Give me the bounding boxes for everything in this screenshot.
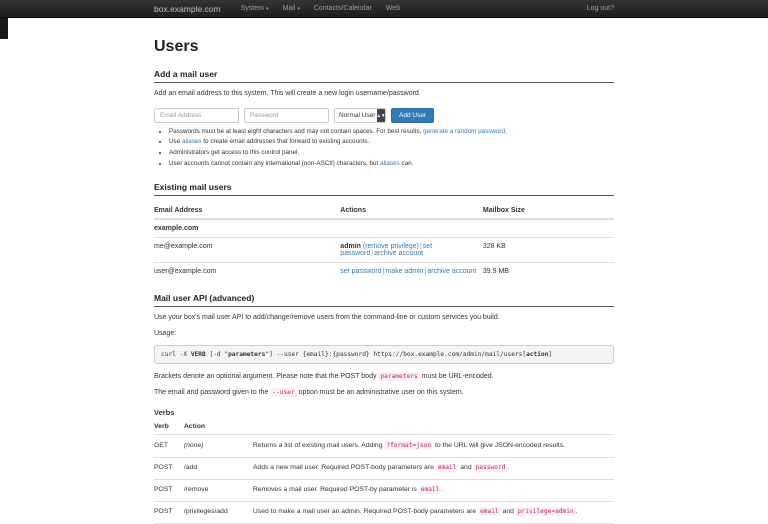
domain-group-row: example.com [154, 219, 614, 238]
page-title: Users [154, 38, 614, 56]
brand-link[interactable]: box.example.com [154, 4, 221, 14]
description-cell: Adds a new mail user. Required POST-body… [253, 457, 614, 479]
column-header-actions: Actions [340, 202, 483, 219]
remove-privilege-link[interactable]: (remove privilege) [363, 243, 419, 250]
chevron-down-icon: ▾ [297, 6, 300, 12]
column-header-action: Action [184, 419, 253, 435]
table-row: me@example.com admin (remove privilege)|… [154, 238, 614, 263]
inline-code: email [419, 485, 442, 494]
email-field[interactable] [154, 108, 239, 123]
api-usage-command: curl -X VERB [-d "parameters"] --user {e… [154, 345, 614, 364]
section-heading-existing-users: Existing mail users [154, 182, 614, 196]
mailbox-size: 39.9 MB [483, 263, 614, 281]
main-content: Users Add a mail user Add an email addre… [154, 38, 614, 524]
verbs-heading: Verbs [154, 408, 614, 417]
verbs-table: Verb Action GET (none) Returns a list of… [154, 419, 614, 524]
domain-group-label: example.com [154, 219, 614, 238]
description-cell: Removes a mail user. Required POST-by pa… [253, 479, 614, 501]
verb-cell: POST [154, 457, 184, 479]
inline-code: --user [270, 388, 296, 397]
user-actions: admin (remove privilege)|set password|ar… [340, 238, 483, 263]
top-navbar: box.example.com System▾ Mail▾ Contacts/C… [0, 0, 768, 18]
section-heading-api: Mail user API (advanced) [154, 293, 614, 307]
left-edge-artifact [0, 18, 8, 39]
api-note-brackets: Brackets denote an optional argument. Pl… [154, 372, 614, 383]
verb-cell: GET [154, 435, 184, 457]
user-actions: set password|make admin|archive account [340, 263, 483, 281]
generate-password-link[interactable]: generate a random password [423, 128, 505, 135]
aliases-link[interactable]: aliases [182, 138, 202, 145]
description-cell: Returns a list of existing mail users. A… [253, 435, 614, 457]
logout-link[interactable]: Log out? [587, 5, 614, 12]
user-email: me@example.com [154, 238, 340, 263]
inline-code: email [478, 507, 501, 516]
privilege-select[interactable]: Normal User ▲▼ [334, 108, 386, 123]
add-user-notes: Passwords must be at least eight charact… [169, 127, 614, 170]
column-header-verb: Verb [154, 419, 184, 435]
nav-item-web[interactable]: Web [379, 5, 407, 12]
user-email: user@example.com [154, 263, 340, 281]
description-cell: Used to make a mail user an admin. Requi… [253, 501, 614, 523]
privilege-selected-value: Normal User [335, 112, 377, 119]
password-field[interactable] [244, 108, 329, 123]
aliases-link[interactable]: aliases [380, 160, 400, 167]
action-cell: /remove [184, 479, 253, 501]
chevron-down-icon: ▲▼ [377, 109, 385, 122]
nav-item-contacts-calendar[interactable]: Contacts/Calendar [307, 5, 379, 12]
make-admin-link[interactable]: make admin [385, 268, 423, 275]
existing-users-table: Email Address Actions Mailbox Size examp… [154, 202, 614, 280]
inline-code: privilege=admin [516, 507, 576, 516]
note-item: User accounts cannot contain any interna… [169, 159, 614, 170]
column-header-blank [253, 419, 614, 435]
table-row: POST /remove Removes a mail user. Requir… [154, 479, 614, 501]
inline-code: password [474, 463, 508, 472]
admin-badge: admin [340, 243, 361, 250]
archive-account-link[interactable]: archive account [427, 268, 476, 275]
column-header-mailbox-size: Mailbox Size [483, 202, 614, 219]
table-row: POST /add Adds a new mail user. Required… [154, 457, 614, 479]
add-user-intro: Add an email address to this system. Thi… [154, 89, 614, 100]
verb-cell: POST [154, 479, 184, 501]
table-row: user@example.com set password|make admin… [154, 263, 614, 281]
nav-item-mail[interactable]: Mail▾ [275, 5, 306, 12]
inline-code: ?format=json [384, 441, 433, 450]
api-intro: Use your box's mail user API to add/chan… [154, 313, 614, 324]
chevron-down-icon: ▾ [266, 6, 269, 12]
add-user-form: Normal User ▲▼ Add User [154, 108, 614, 123]
note-item: Passwords must be at least eight charact… [169, 127, 614, 138]
archive-account-link[interactable]: archive account [374, 250, 423, 257]
column-header-email: Email Address [154, 202, 340, 219]
action-cell: /add [184, 457, 253, 479]
table-row: POST /privileges/add Used to make a mail… [154, 501, 614, 523]
set-password-link[interactable]: set password [340, 268, 381, 275]
verb-cell: POST [154, 501, 184, 523]
inline-code: email [436, 463, 459, 472]
action-cell: (none) [184, 435, 253, 457]
add-user-button[interactable]: Add User [391, 108, 434, 123]
nav-item-system[interactable]: System▾ [234, 5, 276, 12]
note-item: Administrators get access to this contro… [169, 148, 614, 159]
table-row: GET (none) Returns a list of existing ma… [154, 435, 614, 457]
api-usage-label: Usage: [154, 329, 614, 340]
note-item: Use aliases to create email addresses th… [169, 137, 614, 148]
section-heading-add-user: Add a mail user [154, 69, 614, 83]
mailbox-size: 328 KB [483, 238, 614, 263]
action-cell: /privileges/add [184, 501, 253, 523]
api-note-user-option: The email and password given to the --us… [154, 388, 614, 399]
inline-code: parameters [378, 372, 419, 381]
